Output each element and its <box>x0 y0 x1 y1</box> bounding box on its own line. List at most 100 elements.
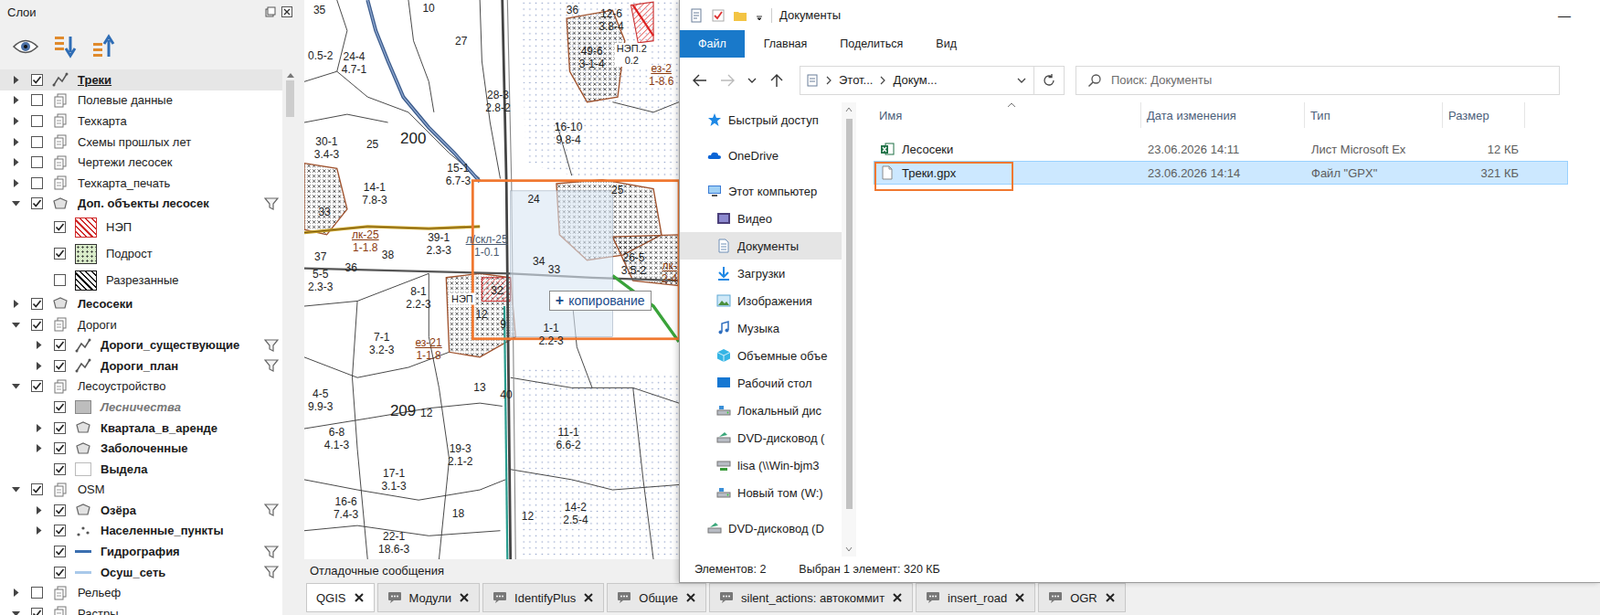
address-dropdown-icon[interactable] <box>1015 74 1028 87</box>
column-header[interactable]: Дата изменения <box>1141 102 1305 128</box>
layer-checkbox[interactable] <box>53 360 66 372</box>
breadcrumb-chevron-icon[interactable] <box>878 74 888 86</box>
collapsed-arrow-icon[interactable] <box>11 116 21 126</box>
collapsed-arrow-icon[interactable] <box>34 444 43 453</box>
refresh-button[interactable] <box>1033 66 1064 95</box>
layer-row[interactable]: Растры <box>0 603 283 615</box>
dock-tab[interactable]: Модули <box>377 582 481 613</box>
nav-item[interactable]: Загрузки <box>679 259 842 287</box>
nav-item[interactable]: DVD-дисковод ( <box>679 423 842 452</box>
expanded-arrow-icon[interactable] <box>11 609 21 615</box>
back-arrow-icon[interactable] <box>691 73 709 88</box>
expand-all-icon[interactable] <box>52 33 78 60</box>
nav-item[interactable]: Рабочий стол <box>679 369 842 397</box>
nav-item[interactable]: lisa (\\Win-bjm3 <box>679 451 842 479</box>
close-tab-icon[interactable] <box>1014 592 1026 604</box>
filter-icon[interactable] <box>264 338 279 353</box>
layer-row[interactable]: Лесничества <box>0 396 283 418</box>
layer-checkbox[interactable] <box>31 297 43 310</box>
dock-tab[interactable]: IdentifyPlus <box>482 582 604 613</box>
breadcrumb[interactable]: Докум... <box>892 73 937 87</box>
layer-row[interactable]: Озёра <box>0 499 283 521</box>
scroll-down-icon[interactable] <box>844 545 854 553</box>
layer-checkbox[interactable] <box>53 422 66 435</box>
scroll-thumb[interactable] <box>286 80 295 117</box>
filter-icon[interactable] <box>264 564 279 580</box>
layer-row[interactable]: OSM <box>0 479 283 501</box>
layer-checkbox[interactable] <box>53 566 66 579</box>
forward-arrow-icon[interactable] <box>719 73 736 88</box>
layer-checkbox[interactable] <box>31 483 43 496</box>
nav-item[interactable]: Видео <box>679 204 842 233</box>
ribbon-tab[interactable]: Главная <box>750 30 822 58</box>
dock-tab[interactable]: insert_road <box>915 582 1036 613</box>
collapsed-arrow-icon[interactable] <box>34 506 43 515</box>
layer-row[interactable]: Квартала_в_аренде <box>0 417 283 439</box>
layer-row[interactable]: Лесоустройство <box>0 376 283 398</box>
eye-icon[interactable] <box>11 34 40 59</box>
nav-item[interactable]: Новый том (W:) <box>679 478 842 507</box>
layer-checkbox[interactable] <box>53 442 66 455</box>
panel-splitter[interactable] <box>297 0 305 615</box>
filter-icon[interactable] <box>264 502 279 518</box>
scroll-up-icon[interactable] <box>844 105 854 114</box>
layer-row[interactable]: Дороги <box>0 314 283 336</box>
layer-checkbox[interactable] <box>31 156 43 169</box>
close-tab-icon[interactable] <box>353 592 365 604</box>
ribbon-tab[interactable]: Вид <box>921 30 971 58</box>
layer-row[interactable]: Гидрография <box>0 540 283 562</box>
nav-item[interactable]: Изображения <box>679 286 842 315</box>
column-header[interactable]: Имя <box>873 102 1142 128</box>
nav-item[interactable]: Документы <box>679 232 842 260</box>
close-tab-icon[interactable] <box>685 592 697 604</box>
ribbon-tab[interactable]: Поделиться <box>826 30 917 58</box>
close-tab-icon[interactable] <box>891 592 903 604</box>
filter-icon[interactable] <box>264 544 279 560</box>
scroll-up-icon[interactable] <box>286 73 295 78</box>
layer-checkbox[interactable] <box>53 339 66 351</box>
dock-tab[interactable]: Общие <box>606 582 707 613</box>
filter-icon[interactable] <box>264 358 279 373</box>
layer-row[interactable]: НЭП <box>0 213 283 241</box>
layer-scrollbar[interactable] <box>282 69 298 615</box>
collapsed-arrow-icon[interactable] <box>11 299 21 308</box>
breadcrumb-chevron-icon[interactable] <box>824 74 834 86</box>
collapsed-arrow-icon[interactable] <box>34 361 43 371</box>
close-tab-icon[interactable] <box>1104 592 1116 604</box>
layer-checkbox[interactable] <box>31 586 43 599</box>
nav-item[interactable]: Объемные объе <box>679 341 842 370</box>
nav-item[interactable]: OneDrive <box>679 141 842 170</box>
nav-scrollbar[interactable] <box>841 102 857 557</box>
collapsed-arrow-icon[interactable] <box>11 588 21 597</box>
layer-row[interactable]: Осуш_сеть <box>0 561 283 583</box>
nav-scroll-thumb[interactable] <box>846 118 853 509</box>
layer-checkbox[interactable] <box>31 318 43 331</box>
address-bar[interactable]: Этот... Докум... <box>799 65 1065 96</box>
layer-row[interactable]: Населенные_пункты <box>0 520 283 542</box>
layer-checkbox[interactable] <box>53 247 66 260</box>
layer-checkbox[interactable] <box>53 401 66 414</box>
quick-access-dropdown-icon[interactable] <box>754 8 764 23</box>
breadcrumb[interactable]: Этот... <box>838 73 873 87</box>
float-icon[interactable] <box>264 6 276 18</box>
minimize-button[interactable]: — <box>1557 8 1571 23</box>
collapsed-arrow-icon[interactable] <box>11 75 21 85</box>
layer-row[interactable]: Заболоченные <box>0 437 283 459</box>
recent-dropdown-icon[interactable] <box>746 73 758 88</box>
layer-checkbox[interactable] <box>31 607 43 615</box>
layer-row[interactable]: Треки <box>0 69 283 91</box>
search-field[interactable]: Поиск: Документы <box>1075 65 1560 96</box>
nav-item[interactable]: Музыка <box>679 314 842 342</box>
layer-checkbox[interactable] <box>31 136 43 149</box>
properties-icon[interactable] <box>688 8 704 23</box>
layer-checkbox[interactable] <box>31 74 43 86</box>
filter-icon[interactable] <box>264 196 279 212</box>
layer-row[interactable]: Лесосеки <box>0 293 283 315</box>
column-header[interactable]: Размер <box>1442 102 1526 128</box>
collapsed-arrow-icon[interactable] <box>11 137 21 147</box>
expanded-arrow-icon[interactable] <box>11 320 21 329</box>
close-tab-icon[interactable] <box>458 592 470 604</box>
file-row[interactable]: Лесосеки23.06.2026 14:11Лист Microsoft E… <box>873 137 1569 161</box>
nav-item[interactable]: Быстрый доступ <box>679 105 842 134</box>
layer-row[interactable]: Рельеф <box>0 582 283 604</box>
